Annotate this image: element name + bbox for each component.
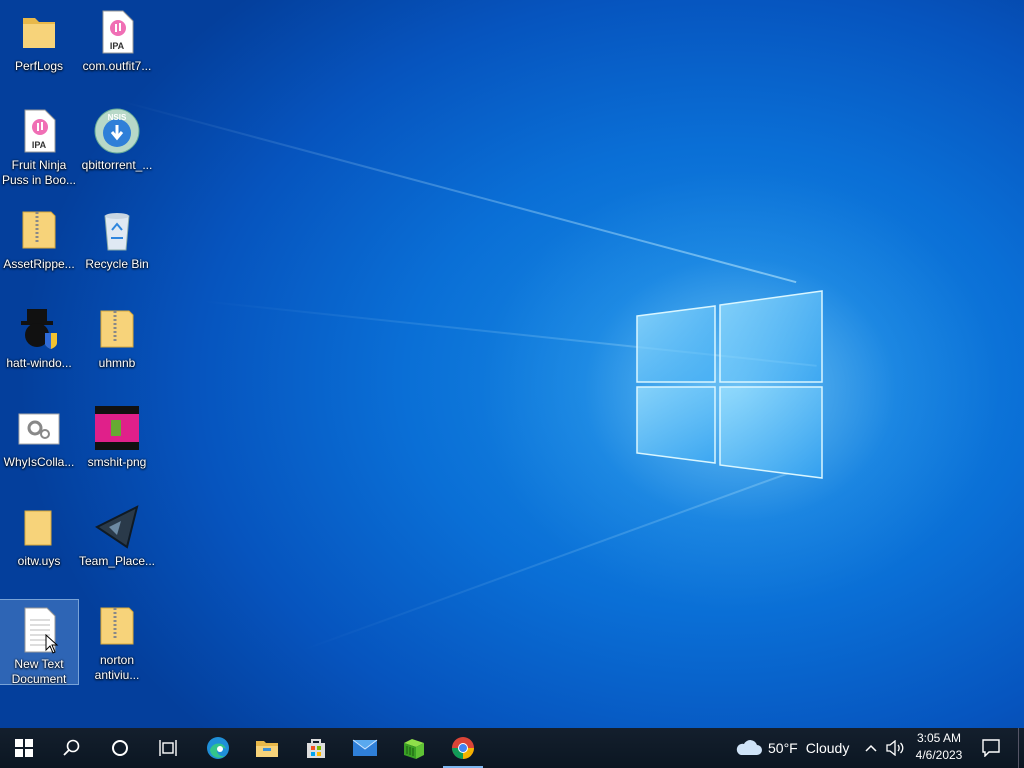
show-hidden-icons-button[interactable] [860, 728, 882, 768]
action-center-button[interactable] [976, 728, 1006, 768]
speaker-icon [886, 740, 904, 756]
file-explorer-app[interactable] [243, 728, 291, 768]
chrome-icon [452, 737, 474, 759]
desktop-icon-oitw-uys[interactable]: oitw.uys [0, 497, 78, 583]
notification-icon [982, 739, 1000, 757]
desktop-icon-smshit-png[interactable]: smshit-png [78, 398, 156, 484]
icon-label: PerfLogs [14, 59, 64, 73]
ipa-badge: IPA [31, 140, 47, 150]
mouse-cursor-icon [45, 634, 59, 654]
mail-icon [352, 739, 378, 756]
ipa-file-icon: IPA [15, 107, 63, 155]
icon-label: qbittorrent_... [81, 158, 153, 172]
search-icon [63, 739, 80, 756]
desktop-icon-hatt-windows[interactable]: hatt-windo... [0, 299, 78, 385]
cloud-icon [736, 740, 762, 755]
icon-label: AssetRippe... [3, 257, 75, 271]
icon-label: Recycle Bin [85, 257, 149, 271]
desktop-icon-team-place[interactable]: Team_Place... [78, 497, 156, 583]
nsis-badge: NSIS [107, 113, 127, 122]
cortana-button[interactable] [96, 728, 144, 768]
icon-label: smshit-png [87, 455, 147, 469]
chevron-up-icon [865, 744, 877, 752]
zip-folder-icon [15, 206, 63, 254]
icon-label: Team_Place... [78, 554, 156, 568]
desktop-icon-qbittorrent[interactable]: NSIS qbittorrent_... [78, 101, 156, 187]
shield-app-icon [15, 305, 63, 353]
icon-label: com.outfit7... [82, 59, 152, 73]
icon-label: Fruit Ninja Puss in Boo... [1, 158, 77, 187]
show-desktop-button[interactable] [1018, 728, 1024, 768]
image-thumbnail-icon [93, 404, 141, 452]
desktop-icon-com-outfit7[interactable]: IPA com.outfit7... [78, 2, 156, 88]
green-app-icon [404, 739, 424, 759]
edge-app[interactable] [194, 728, 242, 768]
desktop-icon-new-text-document[interactable]: New Text Document [0, 599, 79, 686]
minecraft-app[interactable] [390, 728, 438, 768]
desktop-icon-perflogs[interactable]: PerfLogs [0, 2, 78, 88]
edge-icon [207, 737, 229, 759]
icon-label: hatt-windo... [6, 356, 72, 370]
file-explorer-icon [256, 741, 278, 757]
clock-date: 4/6/2023 [915, 748, 963, 762]
desktop-icon-recycle-bin[interactable]: Recycle Bin [78, 200, 156, 286]
task-view-icon [159, 740, 177, 756]
icon-label: oitw.uys [17, 554, 61, 568]
taskbar: 50°F Cloudy 3:05 AM 4/6/2023 [0, 728, 1024, 768]
icon-label: WhyIsColla... [3, 455, 75, 469]
mail-app[interactable] [341, 728, 389, 768]
cortana-circle-icon [112, 740, 128, 756]
weather-temp: 50°F [768, 740, 798, 756]
desktop-icon-assetripper[interactable]: AssetRippe... [0, 200, 78, 286]
clock-time: 3:05 AM [916, 731, 962, 745]
windows-start-icon [15, 739, 33, 757]
desktop-icon-uhmnb[interactable]: uhmnb [78, 299, 156, 385]
icon-label: New Text Document [11, 657, 67, 686]
ipa-badge: IPA [109, 41, 125, 51]
system-clock[interactable]: 3:05 AM 4/6/2023 [910, 730, 968, 764]
folder-icon [15, 8, 63, 56]
weather-widget[interactable]: 50°F Cloudy [734, 728, 858, 768]
icon-label: norton antiviu... [94, 653, 140, 682]
ipa-file-icon: IPA [93, 8, 141, 56]
desktop-icon-whyiscolla[interactable]: WhyIsColla... [0, 398, 78, 484]
icon-label: uhmnb [98, 356, 136, 370]
task-view-button[interactable] [144, 728, 192, 768]
desktop-icon-fruit-ninja[interactable]: IPA Fruit Ninja Puss in Boo... [0, 101, 78, 187]
store-app[interactable] [292, 728, 340, 768]
start-button[interactable] [0, 728, 48, 768]
volume-button[interactable] [883, 728, 907, 768]
desktop-icon-norton-antivirus[interactable]: norton antiviu... [78, 596, 156, 682]
recycle-bin-icon [93, 206, 141, 254]
team-place-icon [93, 503, 141, 551]
desktop-background[interactable]: PerfLogs IPA com.outfit7... IPA Fruit Ni… [0, 0, 1024, 728]
nsis-installer-icon: NSIS [93, 107, 141, 155]
microsoft-store-icon [307, 739, 325, 758]
folder-icon [15, 503, 63, 551]
chrome-app[interactable] [439, 728, 487, 768]
search-button[interactable] [48, 728, 96, 768]
settings-file-icon [15, 404, 63, 452]
zip-folder-icon [93, 305, 141, 353]
zip-folder-icon [93, 602, 141, 650]
weather-condition: Cloudy [805, 740, 850, 756]
